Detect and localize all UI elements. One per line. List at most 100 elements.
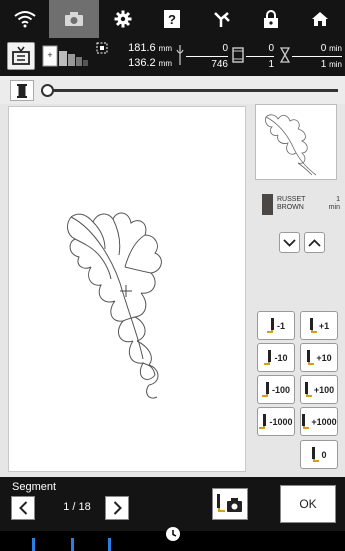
stitch-zero-button[interactable]: 0 xyxy=(300,440,338,469)
embroidery-canvas[interactable] xyxy=(8,106,246,472)
size-icon xyxy=(96,42,108,54)
height-value: 136.2 xyxy=(128,57,156,69)
ok-button[interactable]: OK xyxy=(280,485,336,523)
thread-time-value: 1 xyxy=(336,196,340,203)
stitch-current: 0 xyxy=(222,43,228,54)
lock-icon xyxy=(263,10,278,28)
design-size-readout: 181.6 mm 136.2 mm xyxy=(114,41,172,71)
width-value: 181.6 xyxy=(128,42,156,54)
needle-forward-icon xyxy=(302,413,310,429)
gear-icon xyxy=(114,10,132,28)
stitch-minus-100-label: -100 xyxy=(271,384,290,395)
needle-button[interactable] xyxy=(197,0,246,38)
chevron-down-icon xyxy=(283,238,296,247)
stitch-plus-100-label: +100 xyxy=(313,384,335,395)
thread-time-unit: min xyxy=(328,204,340,211)
segment-next-button[interactable] xyxy=(105,496,129,520)
design-pattern xyxy=(67,212,162,399)
thread-name-line2: BROWN xyxy=(277,204,304,211)
needle-forward-icon xyxy=(309,317,317,333)
stitch-plus-1-label: +1 xyxy=(318,320,330,331)
stitch-total: 746 xyxy=(211,59,228,70)
color-count-icon xyxy=(232,47,244,63)
time-unit-bottom: min xyxy=(329,60,342,69)
needle-icon xyxy=(213,12,230,27)
color-down-button[interactable] xyxy=(279,232,300,253)
embroidery-frame-icon xyxy=(12,46,30,65)
needle-camera-icon xyxy=(217,494,242,512)
thread-time: 1 min xyxy=(320,196,340,212)
needle-back-icon xyxy=(264,349,272,365)
stitch-minus-1-label: -1 xyxy=(276,320,285,331)
marker-segment-count xyxy=(71,538,74,551)
stitch-plus-10-label: +10 xyxy=(316,352,332,363)
chevron-left-icon xyxy=(18,501,27,515)
wifi-icon xyxy=(14,11,36,28)
home-button[interactable] xyxy=(296,0,345,38)
stitch-counter: 0 746 xyxy=(186,43,228,70)
help-button[interactable]: ? xyxy=(148,0,197,38)
stitch-count-icon xyxy=(176,45,184,65)
needle-back-icon xyxy=(266,317,274,333)
stitch-plus-1-button[interactable]: +1 xyxy=(300,311,338,340)
segment-prev-button[interactable] xyxy=(11,496,35,520)
needle-camera-button[interactable] xyxy=(212,488,248,520)
chevron-up-icon xyxy=(308,238,321,247)
marker-segment-next xyxy=(108,538,111,551)
needle-forward-icon xyxy=(307,349,315,365)
top-nav: ? xyxy=(0,0,345,38)
stitch-minus-100-button[interactable]: -100 xyxy=(257,375,295,404)
stitch-minus-1000-label: -1000 xyxy=(269,416,293,427)
home-icon xyxy=(312,12,329,26)
color-up-button[interactable] xyxy=(304,232,325,253)
lock-button[interactable] xyxy=(246,0,295,38)
marker-segment-prev xyxy=(32,538,35,551)
svg-text:?: ? xyxy=(168,12,176,27)
color-total: 1 xyxy=(268,59,274,70)
stitch-slider-handle[interactable] xyxy=(41,84,54,97)
design-preview xyxy=(255,104,337,180)
stitch-minus-10-button[interactable]: -10 xyxy=(257,343,295,372)
needle-reset-icon xyxy=(312,446,320,462)
width-unit: mm xyxy=(158,44,172,53)
clock-icon xyxy=(166,527,180,541)
time-unit-top: min xyxy=(329,44,342,53)
thread-color-swatch xyxy=(262,194,273,215)
chevron-right-icon xyxy=(113,501,122,515)
thread-name-line1: RUSSET xyxy=(277,196,306,203)
wifi-button[interactable] xyxy=(0,0,49,38)
needle-back-icon xyxy=(259,413,267,429)
thread-spool-button[interactable] xyxy=(10,80,34,101)
camera-tab[interactable] xyxy=(49,0,99,38)
stitch-minus-1000-button[interactable]: -1000 xyxy=(257,407,295,436)
stitch-minus-10-label: -10 xyxy=(274,352,288,363)
segment-label: Segment xyxy=(12,481,57,493)
needle-forward-icon xyxy=(304,381,312,397)
thread-spool-icon xyxy=(17,83,27,98)
camera-icon xyxy=(64,12,83,26)
stitch-plus-10-button[interactable]: +10 xyxy=(300,343,338,372)
stitch-plus-1000-button[interactable]: +1000 xyxy=(300,407,338,436)
stitch-plus-1000-label: +1000 xyxy=(311,416,337,427)
embroidery-frame-button[interactable] xyxy=(7,42,35,70)
hoop-size-indicator: + xyxy=(40,42,92,70)
settings-button[interactable] xyxy=(99,0,148,38)
height-unit: mm xyxy=(158,59,172,68)
stitch-zero-label: 0 xyxy=(321,449,327,460)
stitch-plus-100-button[interactable]: +100 xyxy=(300,375,338,404)
color-counter: 0 1 xyxy=(246,43,274,70)
svg-text:+: + xyxy=(47,50,52,60)
color-current: 0 xyxy=(268,43,274,54)
time-total: 1 xyxy=(320,59,327,70)
thread-name: RUSSET BROWN xyxy=(277,196,305,212)
hourglass-icon xyxy=(280,47,290,63)
needle-back-icon xyxy=(261,381,269,397)
stitch-slider-track[interactable] xyxy=(48,89,338,92)
time-current: 0 xyxy=(320,43,327,54)
stitch-minus-1-button[interactable]: -1 xyxy=(257,311,295,340)
preview-pattern xyxy=(265,114,317,176)
help-icon: ? xyxy=(164,10,181,28)
time-counter: 0 min 1 min xyxy=(292,43,342,70)
segment-counter: 1 / 18 xyxy=(63,501,91,513)
hoop-size-icon: + xyxy=(42,45,88,67)
